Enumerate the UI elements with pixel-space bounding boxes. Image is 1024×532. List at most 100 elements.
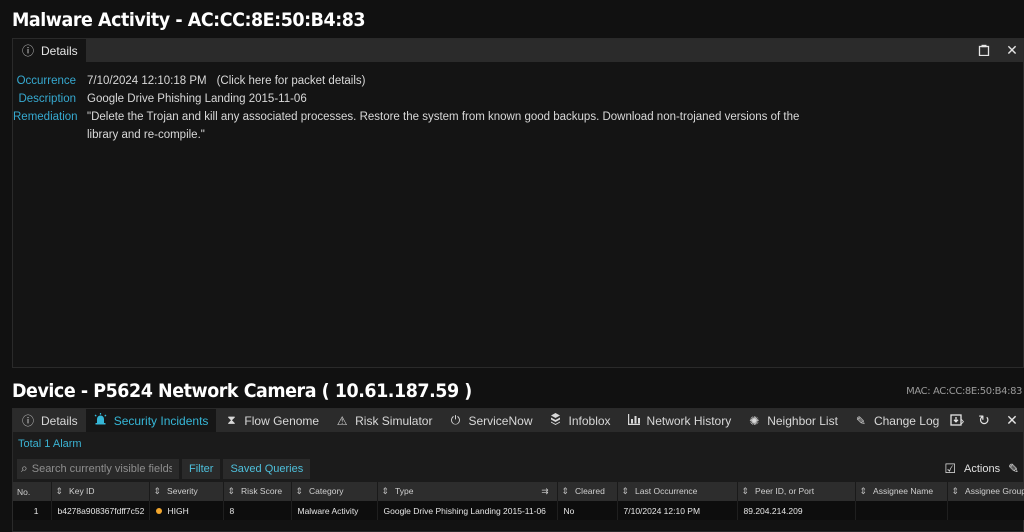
sort-icon: ⇕ [741,486,750,496]
sort-icon: ⇕ [951,486,960,496]
page-title-bar: Malware Activity - AC:CC:8E:50:B4:83 [0,2,1024,38]
tab-label: Infoblox [568,413,611,428]
remediation-row: Remediation "Delete the Trojan and kill … [13,108,1023,144]
col-type[interactable]: ⇕ Type ⇉ [377,482,558,501]
tab-label: Details [41,413,78,428]
alarm-total: Total 1 Alarm [13,432,1023,455]
page: Malware Activity - AC:CC:8E:50:B4:83 ⓘ D… [0,0,1024,532]
copy-icon[interactable] [977,43,991,59]
download-icon[interactable] [949,413,963,429]
device-title: Device - P5624 Network Camera ( 10.61.18… [12,380,472,402]
search-box[interactable]: ⌕ [17,458,179,479]
tab-label: Neighbor List [767,413,838,428]
col-peer[interactable]: ⇕ Peer ID, or Port [737,482,856,501]
cell-severity: HIGH [149,501,224,520]
filter-button[interactable]: Filter [182,458,221,479]
sort-icon: ⇕ [561,486,570,496]
remediation-label: Remediation [13,111,78,123]
description-row: Description Google Drive Phishing Landin… [13,90,1023,108]
tab-label: Security Incidents [113,413,209,428]
search-icon: ⌕ [21,461,28,475]
search-input[interactable] [31,462,172,475]
infoblox-icon [549,413,563,428]
cell-no: 1 [13,501,52,520]
packet-details-link[interactable]: (Click here for packet details) [217,75,366,87]
tab-details[interactable]: ⓘ Details [13,39,86,62]
cell-cleared: No [557,501,618,520]
saved-queries-button[interactable]: Saved Queries [223,458,311,479]
panel-window-controls: ✕ [977,39,1019,62]
cell-last-occurrence: 7/10/2024 12:10 PM [617,501,738,520]
wrap-text-icon[interactable]: ⇉ [541,486,548,497]
checklist-icon: ☑ [944,460,957,476]
occurrence-row: Occurrence 7/10/2024 12:10:18 PM (Click h… [13,72,1023,90]
occurrence-label: Occurrence [16,75,76,87]
tab-device-details[interactable]: ⓘ Details [13,409,86,432]
col-risk-score[interactable]: ⇕ Risk Score [223,482,292,501]
close-icon[interactable]: ✕ [1005,412,1019,429]
edit-list-icon[interactable]: ✎ [1008,461,1019,477]
sort-icon: ⇕ [153,486,162,496]
network-icon: ✺ [749,413,760,428]
sort-icon: ⇕ [55,486,64,496]
tab-risk-simulator[interactable]: ⚠ Risk Simulator [327,409,440,432]
device-title-bar: Device - P5624 Network Camera ( 10.61.18… [0,373,1024,409]
close-icon[interactable]: ✕ [1005,42,1019,59]
col-cleared[interactable]: ⇕ Cleared [557,482,618,501]
page-title: Malware Activity - AC:CC:8E:50:B4:83 [12,9,366,31]
col-no[interactable]: No. [13,482,52,501]
incidents-table: No. ⇕ Key ID ⇕ Severity ⇕ Risk Score ⇕ Categ… [13,482,1024,520]
cell-peer: 89.204.214.209 [737,501,856,520]
cell-key-id: b4278a908367fdff7c52 [51,501,150,520]
cell-assignee-group [947,501,1024,520]
tab-neighbor-list[interactable]: ✺ Neighbor List [739,409,846,432]
sort-icon: ⇕ [227,486,236,496]
tab-label: Flow Genome [244,413,320,428]
device-panel-controls: ↻ ✕ [949,409,1019,432]
tab-label: Risk Simulator [355,413,433,428]
col-category[interactable]: ⇕ Category [291,482,378,501]
tab-infoblox[interactable]: Infoblox [541,409,619,432]
cell-type: Google Drive Phishing Landing 2015-11-06 [377,501,558,520]
col-key-id[interactable]: ⇕ Key ID [51,482,150,501]
remediation-value: "Delete the Trojan and kill any associat… [87,111,800,141]
edit-icon: ✎ [855,413,866,428]
actions-menu[interactable]: ☑ Actions ✎ [944,461,1019,477]
refresh-icon[interactable]: ↻ [977,412,991,429]
details-panel: ⓘ Details ✕ Occurrence 7/10/2024 12:10:1… [12,38,1024,368]
occurrence-value: 7/10/2024 12:10:18 PM (Click here for pac… [87,72,366,90]
description-value: Google Drive Phishing Landing 2015-11-06 [87,93,307,105]
col-assignee-group[interactable]: ⇕ Assignee Group [947,482,1024,501]
occurrence-timestamp: 7/10/2024 12:10:18 PM [87,75,207,87]
alarm-icon [94,413,108,428]
hourglass-icon: ⧗ [227,413,236,427]
col-last-occurrence[interactable]: ⇕ Last Occurrence [617,482,738,501]
tab-servicenow[interactable]: ⏻ ServiceNow [440,409,540,432]
tab-label: ServiceNow [468,413,533,428]
col-assignee-name[interactable]: ⇕ Assignee Name [855,482,948,501]
table-header-row: No. ⇕ Key ID ⇕ Severity ⇕ Risk Score ⇕ Categ… [13,482,1024,501]
tab-change-log[interactable]: ✎ Change Log [846,409,947,432]
col-severity[interactable]: ⇕ Severity [149,482,224,501]
device-panel: ⓘ Details Security Incidents ⧗ Flow Geno… [12,408,1024,532]
cell-risk-score: 8 [223,501,292,520]
filter-toolbar: ⌕ Filter Saved Queries ☑ Actions ✎ [13,455,1023,482]
tab-label: Change Log [873,413,940,428]
sort-icon: ⇕ [295,486,304,496]
sort-icon: ⇕ [859,486,868,496]
sort-icon: ⇕ [381,486,390,496]
tab-details-label: Details [41,43,78,58]
details-tabstrip: ⓘ Details ✕ [13,39,1023,62]
tab-security-incidents[interactable]: Security Incidents [85,409,217,432]
tab-network-history[interactable]: Network History [619,409,740,432]
bar-chart-icon [627,413,641,428]
info-icon: ⓘ [21,44,34,58]
description-label: Description [18,93,76,105]
tab-flow-genome[interactable]: ⧗ Flow Genome [216,409,327,432]
warning-icon: ⚠ [336,413,348,428]
severity-dot [155,508,162,515]
tab-label: Network History [646,413,732,428]
info-icon: ⓘ [21,414,34,428]
sort-icon: ⇕ [621,486,630,496]
table-row[interactable]: 1 b4278a908367fdff7c52 HIGH 8 Malware Ac… [13,501,1024,520]
